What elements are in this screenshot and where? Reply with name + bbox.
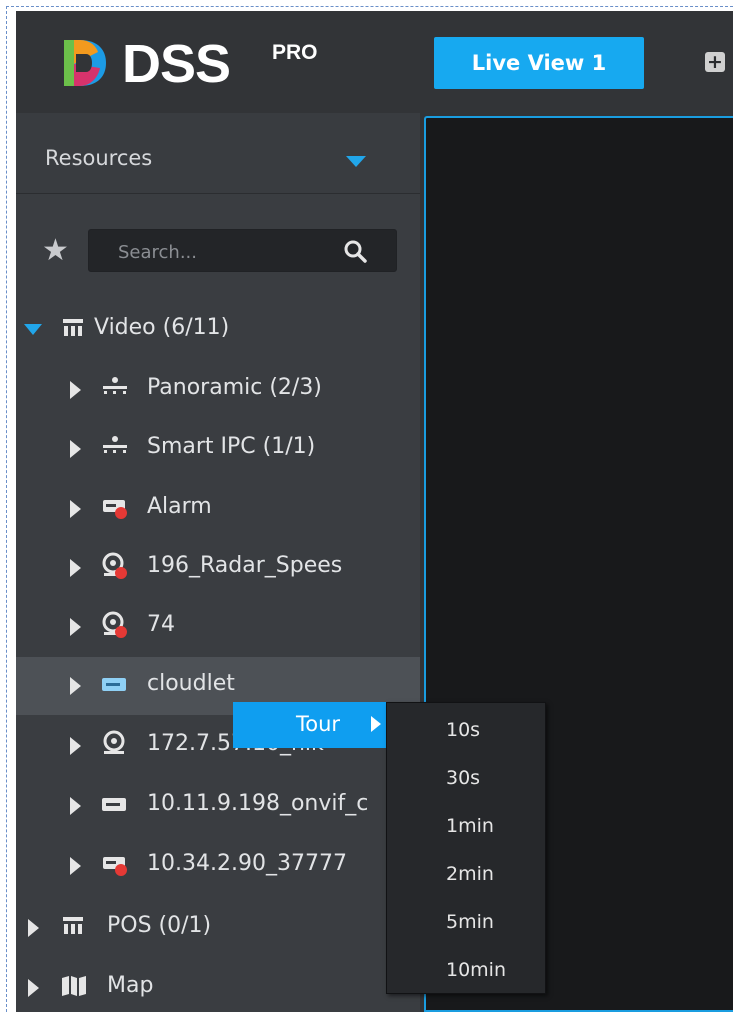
tree-node-label: 10.11.9.198_onvif_c xyxy=(147,791,369,816)
favorite-star-icon[interactable]: ★ xyxy=(42,236,69,266)
camera-group-icon xyxy=(103,436,127,453)
submenu-item-label: 5min xyxy=(446,911,494,933)
submenu-item-5min[interactable]: 5min xyxy=(387,899,547,947)
tree-node-74[interactable]: 74 xyxy=(16,598,420,656)
submenu-item-30s[interactable]: 30s xyxy=(387,755,547,803)
tree-node-video[interactable]: Video (6/11) xyxy=(16,301,420,359)
expand-arrow-icon[interactable] xyxy=(70,440,81,458)
tree-node-label: 196_Radar_Spees xyxy=(147,553,343,578)
device-offline-icon xyxy=(103,857,127,876)
expand-arrow-icon[interactable] xyxy=(70,797,81,815)
tab-live-view-1[interactable]: Live View 1 xyxy=(434,37,644,89)
tree-node-label: POS (0/1) xyxy=(107,913,212,938)
webcam-icon xyxy=(103,730,125,754)
resources-label: Resources xyxy=(45,146,153,170)
expand-arrow-icon[interactable] xyxy=(28,919,39,937)
tree-node-label: Map xyxy=(107,973,154,998)
logo-superscript: PRO xyxy=(272,41,318,64)
tree-node-label: 74 xyxy=(147,612,175,637)
submenu-item-2min[interactable]: 2min xyxy=(387,851,547,899)
webcam-offline-icon xyxy=(102,611,127,638)
device-icon xyxy=(102,798,126,811)
tree-node-map[interactable]: Map xyxy=(16,959,420,1017)
tree-node-smart-ipc[interactable]: Smart IPC (1/1) xyxy=(16,420,420,478)
top-bar: DSS PRO Live View 1 + xyxy=(16,11,733,113)
device-online-icon xyxy=(102,678,126,691)
tree-node-label: Panoramic (2/3) xyxy=(147,375,322,400)
submenu-item-label: 10s xyxy=(446,719,481,741)
webcam-offline-icon xyxy=(102,552,127,579)
tree-node-alarm[interactable]: Alarm xyxy=(16,480,420,538)
add-tab-icon[interactable]: + xyxy=(705,52,725,72)
context-menu-tour[interactable]: Tour xyxy=(233,702,388,748)
video-group-icon xyxy=(63,319,83,336)
submenu-item-label: 30s xyxy=(446,767,481,789)
expand-arrow-icon[interactable] xyxy=(70,381,81,399)
expand-arrow-icon[interactable] xyxy=(70,500,81,518)
expand-arrow-icon[interactable] xyxy=(70,857,81,875)
tree-node-10-34-2-90[interactable]: 10.34.2.90_37777 xyxy=(16,837,420,895)
submenu-item-10min[interactable]: 10min xyxy=(387,947,547,995)
submenu-item-label: 2min xyxy=(446,863,494,885)
tree-node-label: 10.34.2.90_37777 xyxy=(147,851,347,876)
expand-arrow-icon[interactable] xyxy=(70,737,81,755)
submenu-item-label: 10min xyxy=(446,959,507,981)
expand-arrow-icon[interactable] xyxy=(70,677,81,695)
expand-arrow-icon[interactable] xyxy=(70,559,81,577)
search-input[interactable] xyxy=(116,237,340,267)
expand-arrow-icon[interactable] xyxy=(28,979,39,997)
tree-node-label: Smart IPC (1/1) xyxy=(147,434,316,459)
map-icon xyxy=(62,976,86,996)
collapse-arrow-icon[interactable] xyxy=(24,324,42,335)
tree-node-196-radar[interactable]: 196_Radar_Spees xyxy=(16,539,420,597)
submenu-item-1min[interactable]: 1min xyxy=(387,803,547,851)
search-box[interactable] xyxy=(88,229,397,272)
resource-sidebar: Resources ★ Video (6/11) Panoramic ( xyxy=(16,113,420,1012)
tree-node-pos[interactable]: POS (0/1) xyxy=(16,899,420,957)
tree-node-label: cloudlet xyxy=(147,671,235,696)
dropdown-arrow-icon[interactable] xyxy=(346,156,366,167)
camera-group-icon xyxy=(103,377,127,394)
dss-logo-icon xyxy=(64,40,106,86)
submenu-item-10s[interactable]: 10s xyxy=(387,707,547,755)
context-menu-label: Tour xyxy=(296,712,341,736)
resources-dropdown[interactable]: Resources xyxy=(16,113,420,194)
device-offline-icon xyxy=(103,500,127,519)
tree-node-label: Video (6/11) xyxy=(94,315,230,340)
tree-node-panoramic[interactable]: Panoramic (2/3) xyxy=(16,361,420,419)
tour-submenu: 10s 30s 1min 2min 5min 10min xyxy=(386,702,546,994)
logo-text: DSS xyxy=(122,34,231,94)
expand-arrow-icon[interactable] xyxy=(70,618,81,636)
submenu-item-label: 1min xyxy=(446,815,494,837)
tree-node-10-11-9-198[interactable]: 10.11.9.198_onvif_c xyxy=(16,777,420,835)
search-icon[interactable] xyxy=(343,239,368,264)
video-group-icon xyxy=(63,917,83,934)
submenu-arrow-icon xyxy=(371,716,381,732)
tree-node-label: Alarm xyxy=(147,494,212,519)
